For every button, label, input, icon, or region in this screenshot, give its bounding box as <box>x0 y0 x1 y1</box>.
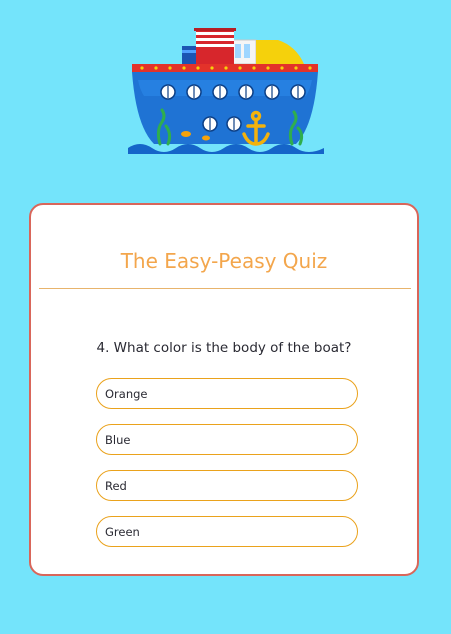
answer-option-label: Orange <box>105 386 148 401</box>
answer-option-green[interactable]: Green <box>96 516 358 547</box>
quiz-title: The Easy-Peasy Quiz <box>120 249 328 273</box>
title-divider <box>39 288 411 289</box>
boat-illustration <box>128 26 324 154</box>
question-text: 4. What color is the body of the boat? <box>96 340 352 356</box>
answer-option-label: Red <box>105 478 127 493</box>
answer-option-orange[interactable]: Orange <box>96 378 358 409</box>
quiz-card: The Easy-Peasy Quiz 4. What color is the… <box>29 203 419 576</box>
answer-option-blue[interactable]: Blue <box>96 424 358 455</box>
answer-options: Orange Blue Red Green <box>96 378 358 562</box>
answer-option-label: Green <box>105 524 140 539</box>
answer-option-red[interactable]: Red <box>96 470 358 501</box>
answer-option-label: Blue <box>105 432 131 447</box>
